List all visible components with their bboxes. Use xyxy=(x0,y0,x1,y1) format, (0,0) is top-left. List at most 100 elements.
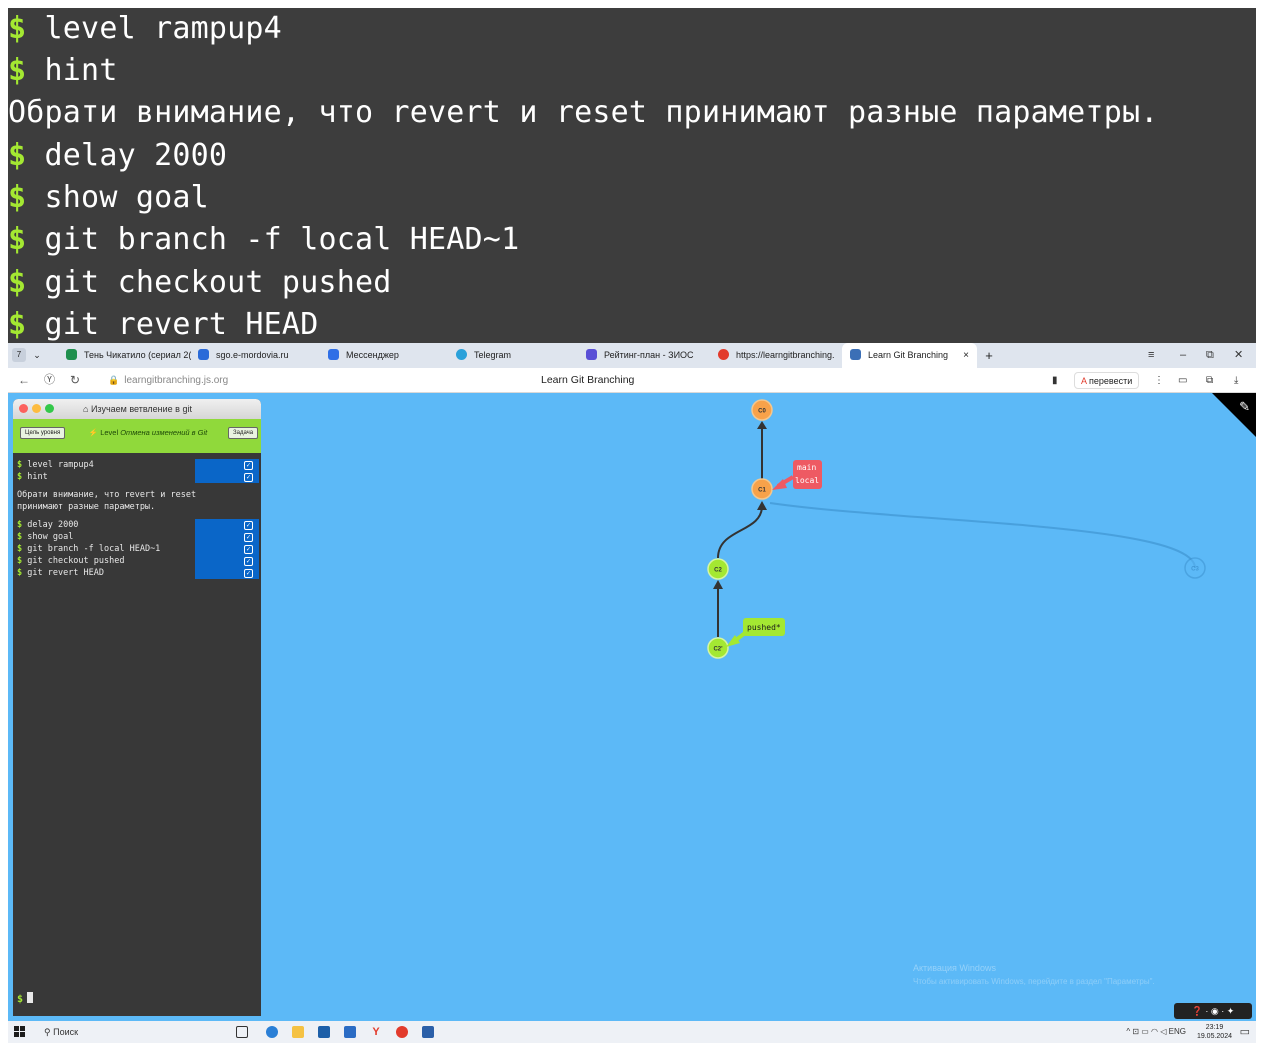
edge-c3-c1 xyxy=(769,502,1196,569)
terminal-line: $ show goal xyxy=(8,180,209,215)
tab-3[interactable]: Telegram xyxy=(456,343,576,368)
close-dot-icon[interactable] xyxy=(19,404,28,413)
history-command: $ hint xyxy=(17,472,48,482)
task-view-icon[interactable] xyxy=(236,1026,248,1038)
yandex-icon[interactable] xyxy=(396,1026,408,1038)
task-button[interactable]: Задача xyxy=(228,427,259,439)
mail-icon[interactable] xyxy=(344,1026,356,1038)
yandex-icon[interactable]: Ⓨ xyxy=(44,368,55,393)
level-title[interactable]: ⚡ Level Отмена изменений в Git xyxy=(83,428,213,437)
battery-icon[interactable]: ▭ xyxy=(1178,368,1187,393)
windows-start-icon[interactable] xyxy=(14,1026,26,1038)
checkbox-icon: ✓ xyxy=(244,461,253,470)
commit-c0[interactable]: C0 xyxy=(751,399,773,421)
tab-counter[interactable]: 7 xyxy=(12,348,26,362)
tab-5[interactable]: https://learngitbranching. xyxy=(718,343,840,368)
taskbar-search[interactable]: ⚲ Поиск xyxy=(44,1021,78,1043)
bolt-icon: ⚡ xyxy=(88,428,99,437)
chevron-up-icon[interactable]: ^ xyxy=(1126,1027,1130,1036)
history-command: $ delay 2000 xyxy=(17,520,79,530)
twitter-icon[interactable]: ✦ xyxy=(1227,1006,1235,1016)
battery-icon: ▭ xyxy=(1141,1027,1149,1036)
back-icon[interactable]: ← xyxy=(18,368,30,393)
arrow-head-icon xyxy=(757,421,767,429)
maximize-dot-icon[interactable] xyxy=(45,404,54,413)
history-command: $ show goal xyxy=(17,532,74,542)
terminal-line: $ delay 2000 xyxy=(8,138,228,173)
translate-icon: A xyxy=(1081,376,1087,386)
checkbox-icon: ✓ xyxy=(244,473,253,482)
translate-button[interactable]: A перевести xyxy=(1074,372,1140,389)
command-panel: ⌂ Изучаем ветвление в git Цель уровня ⚡ … xyxy=(13,399,261,1016)
tab-favicon-icon xyxy=(850,349,861,361)
tab-4[interactable]: Рейтинг-план - ЗИОС xyxy=(586,343,711,368)
wifi-icon: ◠ xyxy=(1151,1027,1159,1036)
tab-0[interactable]: Тень Чикатило (сериал 2( xyxy=(66,343,191,368)
panel-title: Изучаем ветвление в git xyxy=(90,404,192,414)
git-visualization-canvas[interactable]: C0 C1 C2 C2' C3 main local pushed* ⌂ Изу… xyxy=(8,393,1256,1021)
branch-pushed[interactable]: pushed* xyxy=(726,618,785,647)
terminal-line: $ hint xyxy=(8,53,118,88)
tab-favicon-icon xyxy=(66,349,77,361)
helper-bar[interactable]: ❓ · ◉ · ✦ xyxy=(1174,1003,1252,1019)
close-window-icon[interactable]: ✕ xyxy=(1234,343,1243,368)
terminal-line: $ git revert HEAD xyxy=(8,307,319,342)
search-icon: ⚲ xyxy=(44,1027,51,1037)
globe-icon[interactable]: ◉ xyxy=(1211,1006,1219,1016)
chevron-down-icon[interactable]: ⌄ xyxy=(30,343,44,368)
panel-titlebar: ⌂ Изучаем ветвление в git xyxy=(13,399,261,419)
history-command: $ git checkout pushed xyxy=(17,556,125,566)
new-tab-button[interactable]: + xyxy=(981,343,997,368)
network-icon: ⊡ xyxy=(1132,1027,1140,1036)
word-icon[interactable] xyxy=(422,1026,434,1038)
bookmark-icon[interactable]: ▮ xyxy=(1052,368,1058,393)
tab-6-active[interactable]: Learn Git Branching × xyxy=(842,343,977,368)
download-icon[interactable]: ⤓ xyxy=(1234,368,1238,393)
more-icon[interactable]: ⋮ xyxy=(1154,368,1164,393)
terminal-line: $ level rampup4 xyxy=(8,11,282,46)
commit-label: C0 xyxy=(758,409,766,415)
level-bar: Цель уровня ⚡ Level Отмена изменений в G… xyxy=(13,419,261,453)
command-history: $ level rampup4 ✓ $ hint ✓ Обрати вниман… xyxy=(13,453,261,1013)
branch-label-local: local xyxy=(795,476,819,485)
language-indicator[interactable]: ENG xyxy=(1169,1027,1186,1036)
clock[interactable]: 23:19 19.05.2024 xyxy=(1197,1023,1232,1041)
file-explorer-icon[interactable] xyxy=(292,1026,304,1038)
commit-c2-prime[interactable]: C2' xyxy=(707,637,729,659)
help-icon[interactable]: ❓ xyxy=(1192,1006,1203,1016)
arrow-head-icon xyxy=(757,501,767,510)
commit-c2[interactable]: C2 xyxy=(707,558,729,580)
history-command: $ git branch -f local HEAD~1 xyxy=(17,544,161,554)
command-input[interactable]: $ xyxy=(17,992,34,1005)
branch-main-local[interactable]: main local xyxy=(772,460,822,490)
tab-favicon-icon xyxy=(198,349,209,361)
checkbox-icon: ✓ xyxy=(244,521,253,530)
restore-icon[interactable]: ⧉ xyxy=(1206,343,1214,368)
commit-label: C2' xyxy=(713,647,723,653)
url-field[interactable]: 🔒 learngitbranching.js.org xyxy=(108,368,228,393)
activation-watermark-hint: Чтобы активировать Windows, перейдите в … xyxy=(913,977,1155,986)
extensions-icon[interactable]: ⧉ xyxy=(1206,368,1213,393)
minimize-icon[interactable]: – xyxy=(1180,343,1186,368)
reload-icon[interactable]: ↻ xyxy=(70,368,80,393)
tab-1[interactable]: sgo.e-mordovia.ru xyxy=(198,343,318,368)
tab-2[interactable]: Мессенджер xyxy=(328,343,448,368)
minimize-dot-icon[interactable] xyxy=(32,404,41,413)
goal-button[interactable]: Цель уровня xyxy=(20,427,66,439)
system-tray[interactable]: ^ ⊡ ▭ ◠ ◁ ENG xyxy=(1126,1021,1186,1043)
commit-c1[interactable]: C1 xyxy=(751,478,773,500)
commit-c3[interactable]: C3 xyxy=(1184,557,1206,579)
hint-output: Обрати внимание, что revert и reset прин… xyxy=(17,490,197,512)
menu-icon[interactable]: ≡ xyxy=(1148,343,1154,368)
checkbox-icon: ✓ xyxy=(244,545,253,554)
text-cursor xyxy=(27,992,34,1003)
terminal-line: $ git checkout pushed xyxy=(8,265,392,300)
yandex-browser-icon[interactable]: Y xyxy=(370,1026,382,1038)
tab-favicon-icon xyxy=(328,349,339,361)
terminal-output: Обрати внимание, что revert и reset прин… xyxy=(8,95,1159,130)
edge-icon[interactable] xyxy=(266,1026,278,1038)
store-icon[interactable] xyxy=(318,1026,330,1038)
close-icon[interactable]: × xyxy=(963,343,969,368)
github-icon[interactable]: ✎ xyxy=(1239,399,1250,415)
notification-icon[interactable]: ▭ xyxy=(1240,1021,1250,1043)
